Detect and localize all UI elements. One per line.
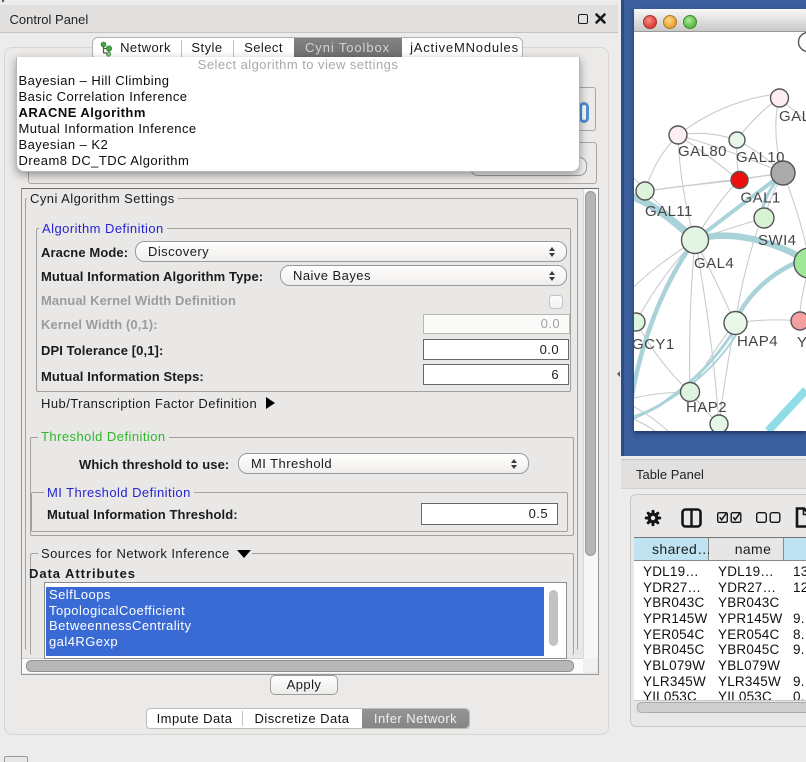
svg-text:GAL1: GAL1 bbox=[741, 190, 781, 207]
svg-text:GAL: GAL bbox=[779, 108, 806, 125]
svg-text:HAP2: HAP2 bbox=[686, 399, 727, 416]
svg-text:GAL10: GAL10 bbox=[736, 149, 785, 166]
svg-text:GAL80: GAL80 bbox=[678, 143, 727, 160]
svg-text:GCY1: GCY1 bbox=[634, 336, 675, 353]
svg-text:GAL4: GAL4 bbox=[694, 255, 734, 272]
svg-text:SWI4: SWI4 bbox=[758, 232, 796, 249]
svg-text:HAP4: HAP4 bbox=[737, 333, 778, 350]
svg-text:Y: Y bbox=[797, 334, 806, 351]
svg-text:GAL11: GAL11 bbox=[645, 203, 693, 220]
